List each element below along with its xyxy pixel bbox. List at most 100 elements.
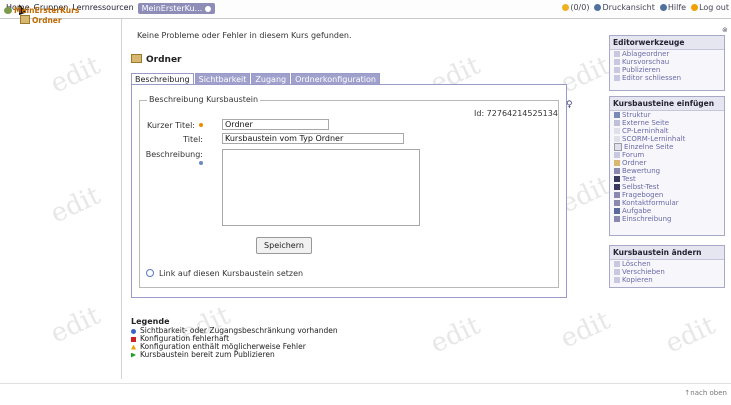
insert-fragebogen[interactable]: Fragebogen: [610, 191, 724, 199]
insert-kontaktformular[interactable]: Kontaktformular: [610, 199, 724, 207]
tool-label: Kursvorschau: [622, 58, 670, 66]
insert-label: Aufgabe: [622, 207, 652, 215]
logout-icon: [691, 4, 699, 11]
insert-externe-seite[interactable]: Externe Seite: [610, 119, 724, 127]
info-marker-icon: [199, 161, 203, 165]
pane-divider: [121, 19, 122, 379]
tree-node-label: Ordner: [32, 16, 62, 25]
star-icon: [562, 4, 570, 11]
folder-icon: [131, 54, 142, 63]
save-button[interactable]: Speichern: [256, 237, 312, 254]
required-marker-icon: [199, 123, 203, 127]
insert-label: Forum: [622, 151, 645, 159]
close-icon: [614, 75, 620, 81]
watermark-text: edit: [556, 305, 615, 355]
bookmark-link[interactable]: (0/0): [562, 3, 589, 12]
footer-divider: [0, 383, 731, 384]
description-textarea[interactable]: [222, 149, 420, 226]
insert-test[interactable]: Test: [610, 175, 724, 183]
course-icon: [4, 7, 12, 14]
watermark-text: edit: [661, 310, 720, 360]
folder-icon: [20, 15, 30, 24]
insert-label: Einzelne Seite: [624, 143, 674, 151]
visibility-marker-icon: [131, 328, 136, 334]
top-links: (0/0) Druckansicht Hilfe Log out: [562, 3, 729, 12]
warning-marker-icon: [131, 344, 136, 350]
link-to-node[interactable]: Link auf diesen Kursbaustein setzen: [146, 269, 303, 278]
insert-cp-lerninhalt[interactable]: CP-Lerninhalt: [610, 127, 724, 135]
insert-einschreibung[interactable]: Einschreibung: [610, 215, 724, 223]
change-node-title: Kursbaustein ändern: [610, 246, 724, 260]
assessment-icon: [614, 168, 620, 174]
insert-label: Einschreibung: [622, 215, 672, 223]
insert-label: SCORM-Lerninhalt: [622, 135, 686, 143]
back-to-top-link[interactable]: ↑nach oben: [684, 389, 727, 397]
tool-kursvorschau[interactable]: Kursvorschau: [610, 58, 724, 66]
contact-form-icon: [614, 200, 620, 206]
editor-tools-title: Editorwerkzeuge: [610, 36, 724, 50]
title-label: Titel:: [183, 135, 203, 144]
insert-label: Selbst-Test: [622, 183, 660, 191]
cp-icon: [614, 128, 620, 134]
change-kopieren[interactable]: Kopieren: [610, 276, 724, 284]
legend-text: Kursbaustein bereit zum Publizieren: [140, 350, 275, 359]
publish-icon: [614, 67, 620, 73]
close-tab-icon[interactable]: [205, 6, 212, 12]
tab-course-label: MeinErsterKu...: [141, 4, 203, 13]
insert-aufgabe[interactable]: Aufgabe: [610, 207, 724, 215]
insert-scorm-lerninhalt[interactable]: SCORM-Lerninhalt: [610, 135, 724, 143]
tree-root-node[interactable]: MeinErsterKurs: [4, 6, 79, 15]
insert-forum[interactable]: Forum: [610, 151, 724, 159]
tool-label: Ablageordner: [622, 50, 670, 58]
insert-selbst-test[interactable]: Selbst-Test: [610, 183, 724, 191]
questionnaire-icon: [614, 192, 620, 198]
enrollment-icon: [614, 216, 620, 222]
folder-icon: [614, 51, 620, 57]
insert-struktur[interactable]: Struktur: [610, 111, 724, 119]
insert-einzelne-seite[interactable]: Einzelne Seite: [610, 143, 724, 151]
tab-course-active[interactable]: MeinErsterKu...: [137, 3, 216, 14]
description-label-text: Beschreibung:: [145, 150, 203, 159]
node-id: Id: 72764214525134: [474, 109, 558, 118]
link-label: Link auf diesen Kursbaustein setzen: [159, 269, 304, 278]
legend-item: Kursbaustein bereit zum Publizieren: [131, 351, 338, 359]
change-label: Löschen: [622, 260, 651, 268]
title-input[interactable]: Kursbaustein vom Typ Ordner: [222, 133, 404, 144]
legend-list: Sichtbarkeit- oder Zugangsbeschränkung v…: [131, 327, 338, 359]
back-to-top-label: nach oben: [690, 389, 727, 397]
short-title-label: Kurzer Titel:: [143, 121, 203, 130]
insert-label: Externe Seite: [622, 119, 670, 127]
help-link[interactable]: Hilfe: [659, 3, 687, 12]
move-icon: [614, 269, 620, 275]
tool-label: Publizieren: [622, 66, 661, 74]
change-verschieben[interactable]: Verschieben: [610, 268, 724, 276]
folder-icon: [614, 160, 620, 166]
insert-label: Kontaktformular: [622, 199, 679, 207]
insert-label: Struktur: [622, 111, 651, 119]
tool-ablageordner[interactable]: Ablageordner: [610, 50, 724, 58]
short-title-label-text: Kurzer Titel:: [147, 121, 195, 130]
change-label: Kopieren: [622, 276, 653, 284]
close-panel-icon[interactable]: ⊗: [722, 26, 728, 34]
nav-lernressourcen[interactable]: Lernressourcen: [72, 3, 133, 14]
help-pin-icon[interactable]: ♀: [566, 100, 573, 110]
logout-link[interactable]: Log out: [691, 3, 729, 12]
help-label: Hilfe: [667, 3, 687, 12]
insert-nodes-box: Kursbausteine einfügen Struktur Externe …: [609, 96, 725, 236]
insert-label: CP-Lerninhalt: [622, 127, 669, 135]
insert-bewertung[interactable]: Bewertung: [610, 167, 724, 175]
tool-publizieren[interactable]: Publizieren: [610, 66, 724, 74]
print-link[interactable]: Druckansicht: [594, 3, 655, 12]
scorm-icon: [614, 136, 620, 142]
insert-ordner[interactable]: Ordner: [610, 159, 724, 167]
page-title-text: Ordner: [146, 55, 182, 65]
insert-label: Bewertung: [622, 167, 661, 175]
insert-label: Ordner: [622, 159, 647, 167]
help-icon: [659, 4, 667, 11]
self-test-icon: [614, 184, 620, 190]
short-title-input[interactable]: Ordner: [222, 119, 329, 130]
tree-node-ordner[interactable]: Ordner: [20, 15, 62, 25]
tool-editor-schliessen[interactable]: Editor schliessen: [610, 74, 724, 82]
change-loeschen[interactable]: Löschen: [610, 260, 724, 268]
legend-title: Legende: [131, 317, 170, 326]
